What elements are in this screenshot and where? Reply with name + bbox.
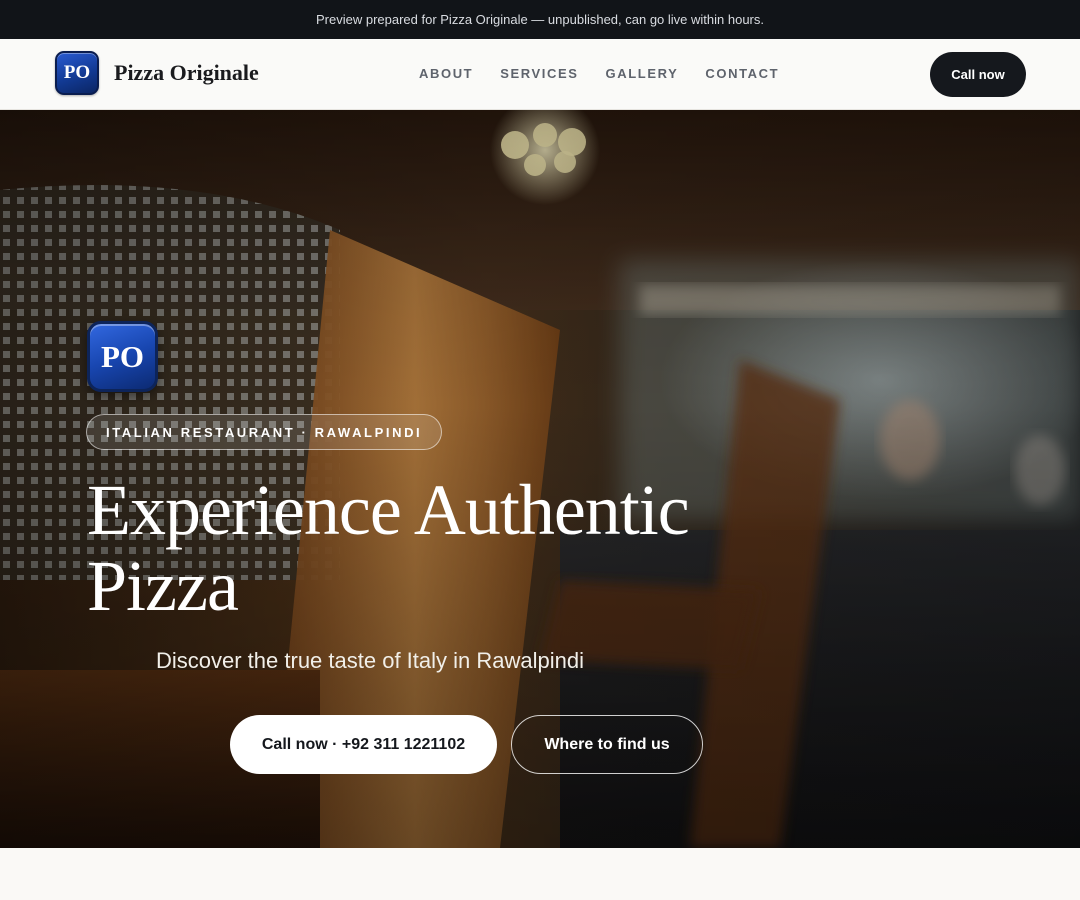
- hero-section: PO ITALIAN RESTAURANT · RAWALPINDI Exper…: [0, 110, 1080, 848]
- call-now-button[interactable]: Call now · +92 311 1221102: [230, 715, 497, 774]
- header-call-button[interactable]: Call now: [930, 52, 1026, 97]
- hero-title-line2: Pizza: [87, 546, 239, 626]
- nav-link-contact[interactable]: CONTACT: [705, 66, 779, 81]
- site-header: PO Pizza Originale ABOUT SERVICES GALLER…: [0, 39, 1080, 110]
- preview-banner-text: Preview prepared for Pizza Originale — u…: [315, 12, 764, 27]
- brand-name: Pizza Originale: [114, 60, 259, 85]
- find-us-button[interactable]: Where to find us: [511, 715, 703, 774]
- nav-link-services[interactable]: SERVICES: [500, 66, 578, 81]
- hero-tagline-badge: ITALIAN RESTAURANT · RAWALPINDI: [86, 414, 443, 450]
- next-section: [0, 848, 1080, 900]
- hero-logo-icon: PO: [87, 321, 158, 392]
- nav-link-about[interactable]: ABOUT: [419, 66, 473, 81]
- nav-link-gallery[interactable]: GALLERY: [606, 66, 679, 81]
- hero-title-line1: Experience Authentic: [87, 470, 690, 550]
- brand[interactable]: PO Pizza Originale: [55, 51, 259, 95]
- hero-title: Experience Authentic Pizza: [87, 472, 787, 624]
- brand-logo-icon: PO: [55, 51, 99, 95]
- main-nav: ABOUT SERVICES GALLERY CONTACT: [419, 66, 779, 81]
- hero-subtitle: Discover the true taste of Italy in Rawa…: [156, 648, 584, 673]
- preview-banner: Preview prepared for Pizza Originale — u…: [0, 0, 1080, 39]
